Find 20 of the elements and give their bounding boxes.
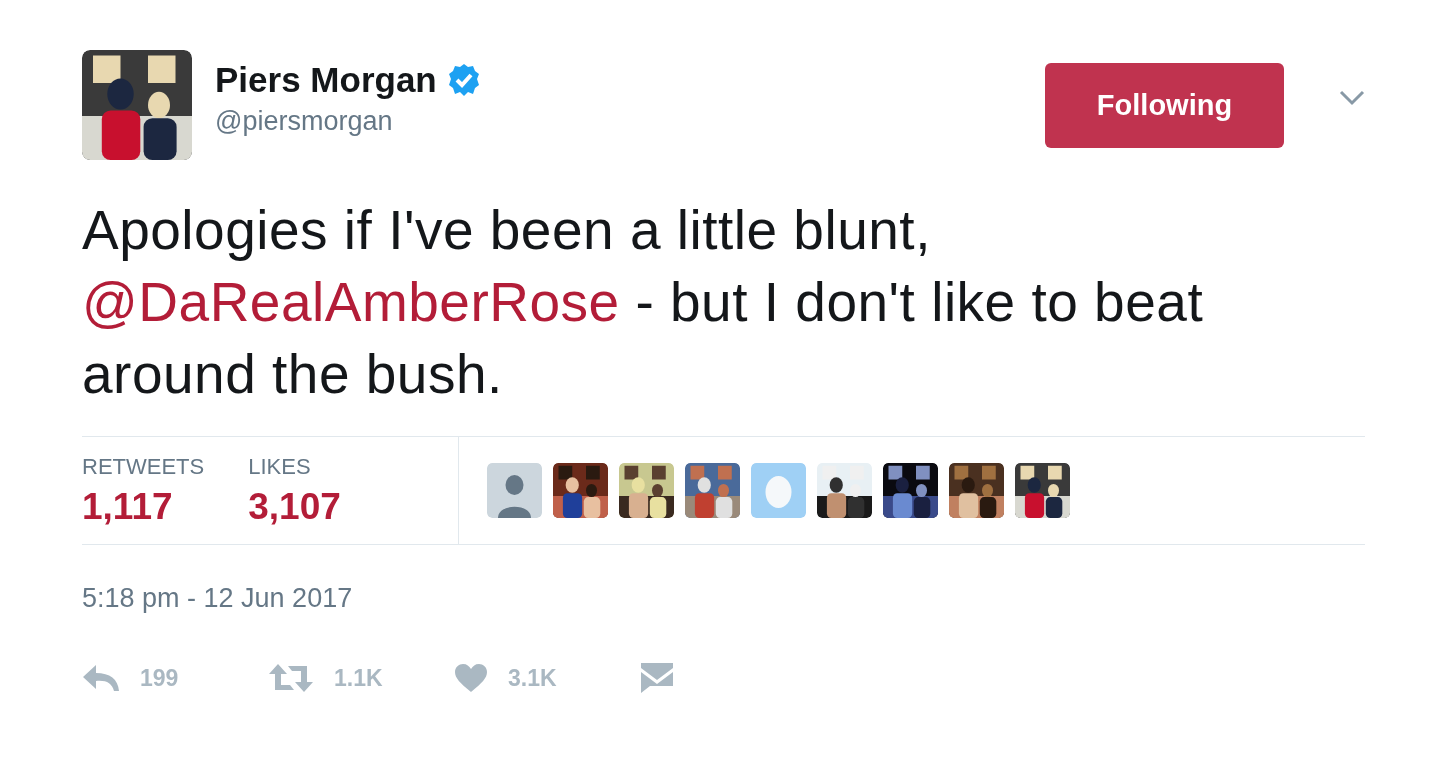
- envelope-icon[interactable]: [640, 662, 674, 694]
- default-avatar-icon[interactable]: [487, 463, 542, 518]
- action-count: 199: [140, 664, 179, 692]
- retweet-icon[interactable]: [268, 663, 314, 693]
- egg-avatar-icon[interactable]: [751, 463, 806, 518]
- following-button[interactable]: Following: [1045, 63, 1284, 148]
- chevron-down-icon[interactable]: [1339, 90, 1365, 106]
- stat-count[interactable]: 1,117: [82, 485, 205, 528]
- reply-icon[interactable]: [82, 663, 120, 693]
- stat-label[interactable]: LIKES: [248, 453, 341, 480]
- stat-label[interactable]: RETWEETS: [82, 453, 205, 480]
- heart-icon[interactable]: [454, 663, 488, 693]
- author-name[interactable]: Piers Morgan: [215, 60, 437, 100]
- timestamp[interactable]: 5:18 pm - 12 Jun 2017: [82, 583, 1365, 614]
- stat-count[interactable]: 3,107: [248, 485, 341, 528]
- tweet-text: Apologies if I've been a little blunt, @DaRealAmberRose - but I don't like to beat around the bush.: [82, 198, 1205, 407]
- action-count: 3.1K: [508, 664, 557, 692]
- user-handle[interactable]: @piersmorgan: [215, 106, 481, 137]
- action-count: 1.1K: [334, 664, 383, 692]
- mention-link[interactable]: @DaRealAmberRose: [82, 271, 620, 333]
